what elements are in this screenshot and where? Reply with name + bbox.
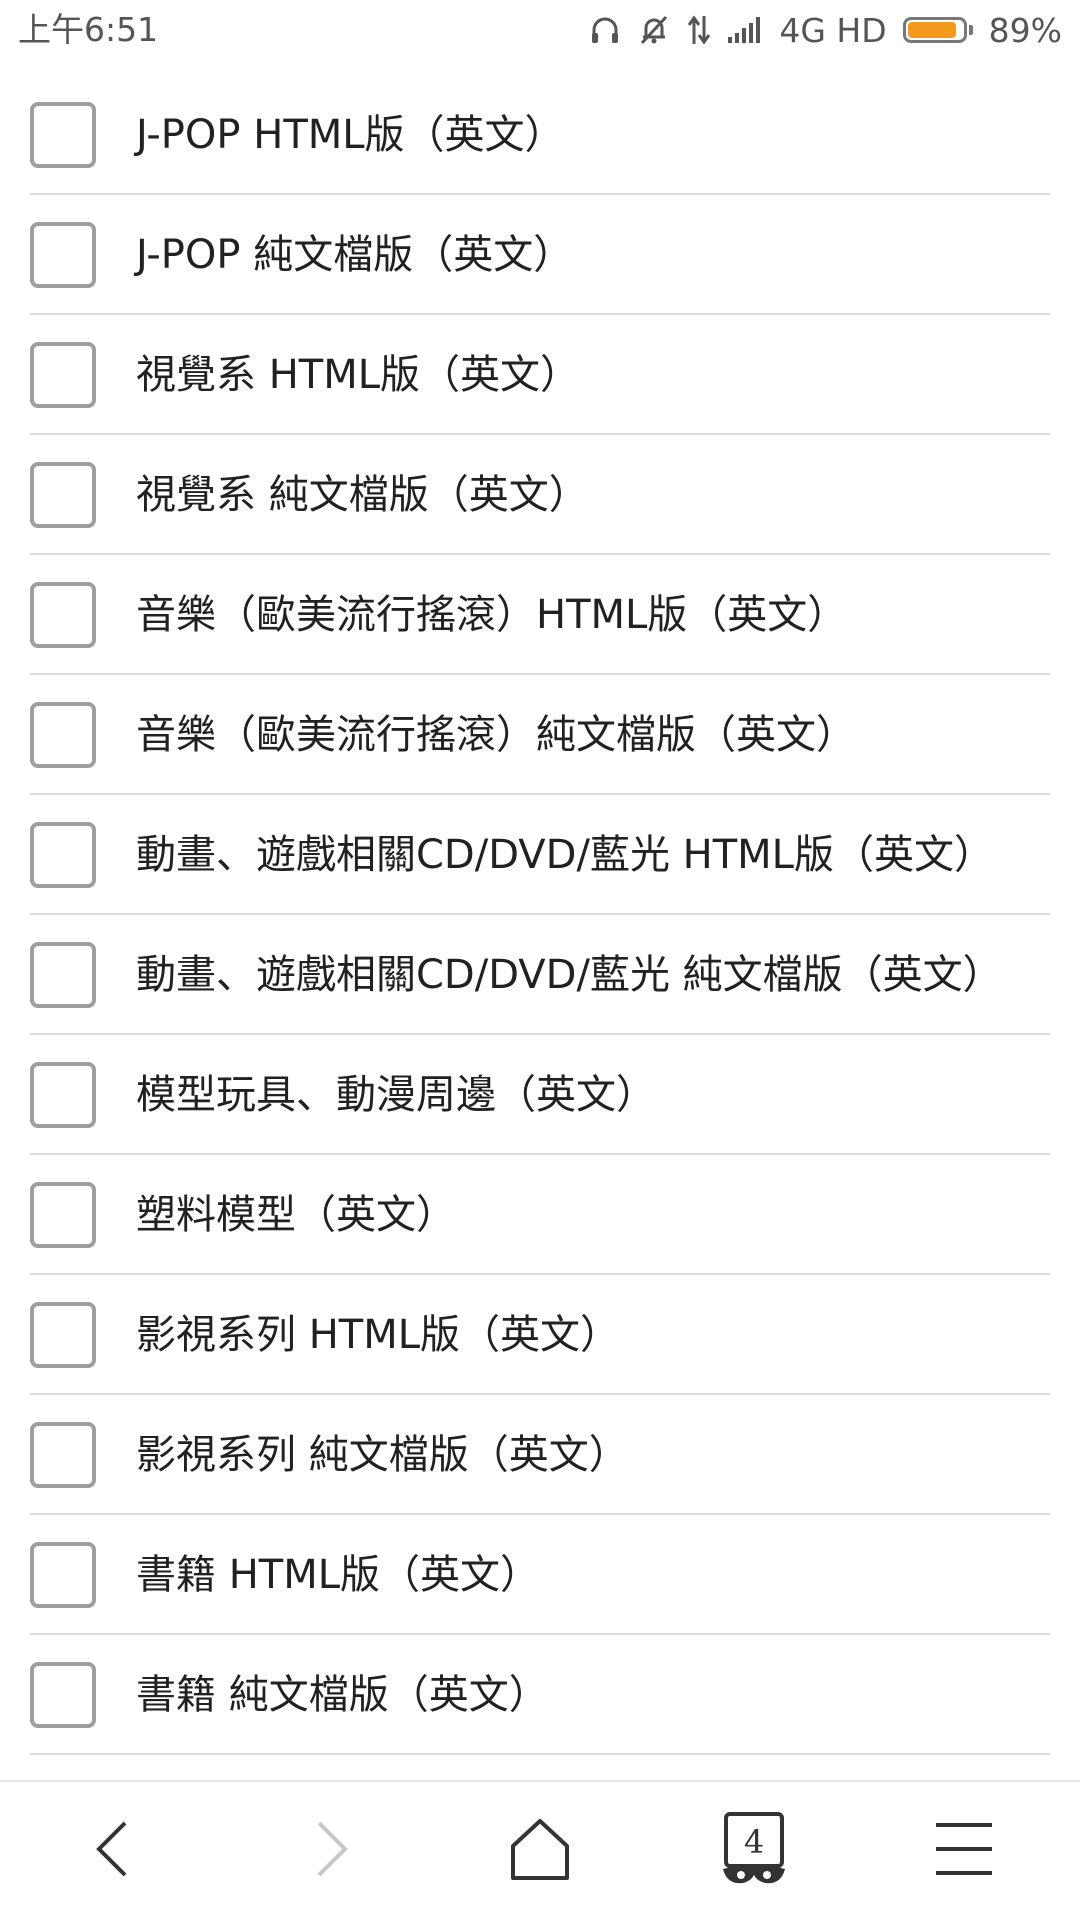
list-item[interactable]: 書籍 HTML版（英文） [0,1515,1080,1635]
signal-icon [727,15,763,45]
checkbox[interactable] [30,1302,96,1368]
checkbox[interactable] [30,582,96,648]
newsletter-options-list: J-POP HTML版（英文） J-POP 純文檔版（英文） 視覺系 HTML版（英… [0,75,1080,1755]
battery-icon [902,17,973,43]
list-item[interactable]: J-POP HTML版（英文） [0,75,1080,195]
checkbox[interactable] [30,342,96,408]
menu-button[interactable] [856,1782,1072,1920]
list-item[interactable]: 模型玩具、動漫周邊（英文） [0,1035,1080,1155]
home-icon [507,1816,573,1886]
list-item[interactable]: 動畫、遊戲相關CD/DVD/藍光 HTML版（英文） [0,795,1080,915]
data-transfer-icon [687,14,711,46]
browser-bottom-bar: 4 [0,1780,1080,1920]
checkbox[interactable] [30,1182,96,1248]
forward-button[interactable] [222,1782,438,1920]
list-item-label: 書籍 純文檔版（英文） [136,1672,549,1718]
checkbox[interactable] [30,702,96,768]
list-item-label: 影視系列 HTML版（英文） [136,1312,621,1358]
list-item-label: 視覺系 HTML版（英文） [136,352,581,398]
list-item[interactable]: 動畫、遊戲相關CD/DVD/藍光 純文檔版（英文） [0,915,1080,1035]
checkbox[interactable] [30,1062,96,1128]
menu-icon [934,1821,994,1881]
checkbox[interactable] [30,1662,96,1728]
network-type: 4G HD [779,10,887,50]
checkbox[interactable] [30,462,96,528]
checkbox[interactable] [30,822,96,888]
list-item-label: 音樂（歐美流行搖滾）純文檔版（英文） [136,712,856,758]
home-button[interactable] [432,1782,648,1920]
list-item-label: 影視系列 純文檔版（英文） [136,1432,629,1478]
back-button[interactable] [6,1782,222,1920]
status-icons: 4G HD 89% [589,10,1062,50]
back-arrow-icon [89,1817,139,1885]
list-item[interactable]: 塑料模型（英文） [0,1155,1080,1275]
list-item[interactable]: 書籍 純文檔版（英文） [0,1635,1080,1755]
list-item-label: 模型玩具、動漫周邊（英文） [136,1072,656,1118]
headphones-icon [589,14,621,46]
svg-text:4: 4 [744,1823,764,1861]
list-item-label: 書籍 HTML版（英文） [136,1552,541,1598]
checkbox[interactable] [30,222,96,288]
list-item[interactable]: J-POP 純文檔版（英文） [0,195,1080,315]
tabs-incognito-icon: 4 [721,1811,787,1891]
status-bar: 上午6:51 4G HD 89% [0,0,1080,62]
list-item[interactable]: 影視系列 HTML版（英文） [0,1275,1080,1395]
list-item-label: 音樂（歐美流行搖滾）HTML版（英文） [136,592,848,638]
list-item[interactable]: 影視系列 純文檔版（英文） [0,1395,1080,1515]
forward-arrow-icon [305,1817,355,1885]
list-item[interactable]: 視覺系 HTML版（英文） [0,315,1080,435]
list-item-label: 視覺系 純文檔版（英文） [136,472,589,518]
list-item-label: 動畫、遊戲相關CD/DVD/藍光 純文檔版（英文） [136,952,1003,998]
checkbox[interactable] [30,942,96,1008]
checkbox[interactable] [30,102,96,168]
checkbox[interactable] [30,1422,96,1488]
list-item[interactable]: 音樂（歐美流行搖滾）HTML版（英文） [0,555,1080,675]
list-item[interactable]: 視覺系 純文檔版（英文） [0,435,1080,555]
list-item-label: J-POP HTML版（英文） [136,112,565,158]
status-time: 上午6:51 [18,10,159,49]
battery-percent: 89% [988,10,1062,50]
list-item-label: 動畫、遊戲相關CD/DVD/藍光 HTML版（英文） [136,832,994,878]
mute-bell-icon [637,13,671,47]
tabs-button[interactable]: 4 [646,1782,862,1920]
list-item-label: 塑料模型（英文） [136,1192,456,1238]
list-item[interactable]: 音樂（歐美流行搖滾）純文檔版（英文） [0,675,1080,795]
checkbox[interactable] [30,1542,96,1608]
list-item-label: J-POP 純文檔版（英文） [136,232,574,278]
